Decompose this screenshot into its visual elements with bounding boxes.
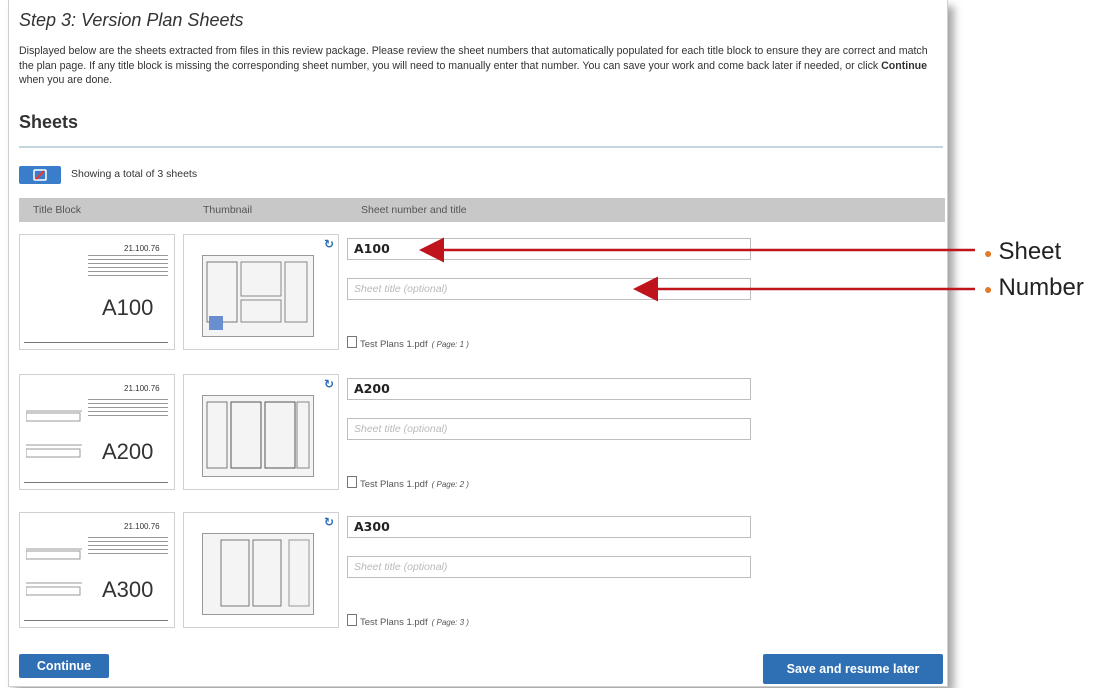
title-block-underline (24, 342, 168, 343)
page-number: ( Page: 1 ) (431, 340, 469, 349)
file-name: Test Plans 1.pdf (360, 479, 428, 490)
intro-continue-emphasis: Continue (881, 59, 928, 72)
source-file-link[interactable]: Test Plans 1.pdf( Page: 2 ) (347, 476, 469, 490)
bullet-icon: ● (984, 280, 993, 297)
title-block-preview[interactable]: 21.100.76 A200 (19, 374, 175, 490)
col-thumbnail: Thumbnail (203, 204, 253, 216)
refresh-icon[interactable]: ↻ (324, 377, 334, 391)
intro-text-end: when you are done. (19, 74, 113, 86)
plan-thumbnail-image (202, 395, 314, 477)
title-block-preview[interactable]: 21.100.76 A100 (19, 234, 175, 350)
source-file-link[interactable]: Test Plans 1.pdf( Page: 1 ) (347, 336, 469, 350)
sheet-title-input[interactable]: Sheet title (optional) (347, 278, 751, 300)
legend-label: Sheet (998, 238, 1062, 265)
title-block-code: A300 (102, 577, 154, 602)
annotation-legend: ● Sheet ● Number (984, 234, 1084, 306)
title-block-lines (88, 537, 168, 557)
title-block-info-box (26, 548, 82, 596)
project-number: 21.100.76 (124, 384, 160, 393)
intro-text: Displayed below are the sheets extracted… (19, 44, 937, 88)
pdf-file-icon (347, 476, 357, 488)
legend-label: Number (998, 274, 1084, 301)
sheet-thumbnail[interactable]: ↻ (183, 234, 339, 350)
sheet-thumbnail[interactable]: ↻ (183, 512, 339, 628)
divider (19, 146, 943, 148)
title-block-underline (24, 482, 168, 483)
sheet-row: 21.100.76 A200 ↻ A200 Sheet title (optio… (9, 374, 947, 504)
continue-button[interactable]: Continue (19, 654, 109, 678)
pdf-file-icon (347, 336, 357, 348)
sheet-title-input[interactable]: Sheet title (optional) (347, 418, 751, 440)
refresh-icon[interactable]: ↻ (324, 515, 334, 529)
title-block-lines (88, 255, 168, 279)
title-block-info-box (26, 410, 82, 458)
toggle-title-blocks-button[interactable] (19, 166, 61, 184)
sheet-row: 21.100.76 A100 ↻ A100 Sheet title (optio… (9, 234, 947, 364)
bullet-icon: ● (984, 244, 993, 261)
version-plan-sheets-panel: Step 3: Version Plan Sheets Displayed be… (8, 0, 948, 687)
legend-item: ● Sheet (984, 234, 1084, 270)
sheet-row: 21.100.76 A300 ↻ A300 Sheet title (optio… (9, 512, 947, 642)
pdf-file-icon (347, 614, 357, 626)
sheet-number-input[interactable]: A300 (347, 516, 751, 538)
file-name: Test Plans 1.pdf (360, 617, 428, 628)
sheet-number-input[interactable]: A200 (347, 378, 751, 400)
sheet-count-text: Showing a total of 3 sheets (71, 168, 198, 180)
source-file-link[interactable]: Test Plans 1.pdf( Page: 3 ) (347, 614, 469, 628)
title-block-lines (88, 399, 168, 419)
legend-item: ● Number (984, 270, 1084, 306)
sheet-number-input[interactable]: A100 (347, 238, 751, 260)
file-name: Test Plans 1.pdf (360, 339, 428, 350)
intro-text-part: Displayed below are the sheets extracted… (19, 45, 928, 72)
col-sheet-number-title: Sheet number and title (361, 204, 467, 216)
toggle-icon (33, 169, 47, 181)
project-number: 21.100.76 (124, 244, 160, 253)
title-block-preview[interactable]: 21.100.76 A300 (19, 512, 175, 628)
refresh-icon[interactable]: ↻ (324, 237, 334, 251)
page-number: ( Page: 2 ) (431, 480, 469, 489)
sheet-thumbnail[interactable]: ↻ (183, 374, 339, 490)
save-and-resume-later-button[interactable]: Save and resume later (763, 654, 943, 684)
sheets-heading: Sheets (19, 112, 79, 132)
page-number: ( Page: 3 ) (431, 618, 469, 627)
column-header-bar: Title Block Thumbnail Sheet number and t… (19, 198, 945, 222)
title-block-underline (24, 620, 168, 621)
title-block-code: A100 (102, 295, 154, 320)
project-number: 21.100.76 (124, 522, 160, 531)
title-block-code: A200 (102, 439, 154, 464)
plan-thumbnail-image (202, 255, 314, 337)
sheet-title-input[interactable]: Sheet title (optional) (347, 556, 751, 578)
step-title: Step 3: Version Plan Sheets (19, 10, 244, 30)
col-title-block: Title Block (33, 204, 82, 216)
plan-thumbnail-image (202, 533, 314, 615)
